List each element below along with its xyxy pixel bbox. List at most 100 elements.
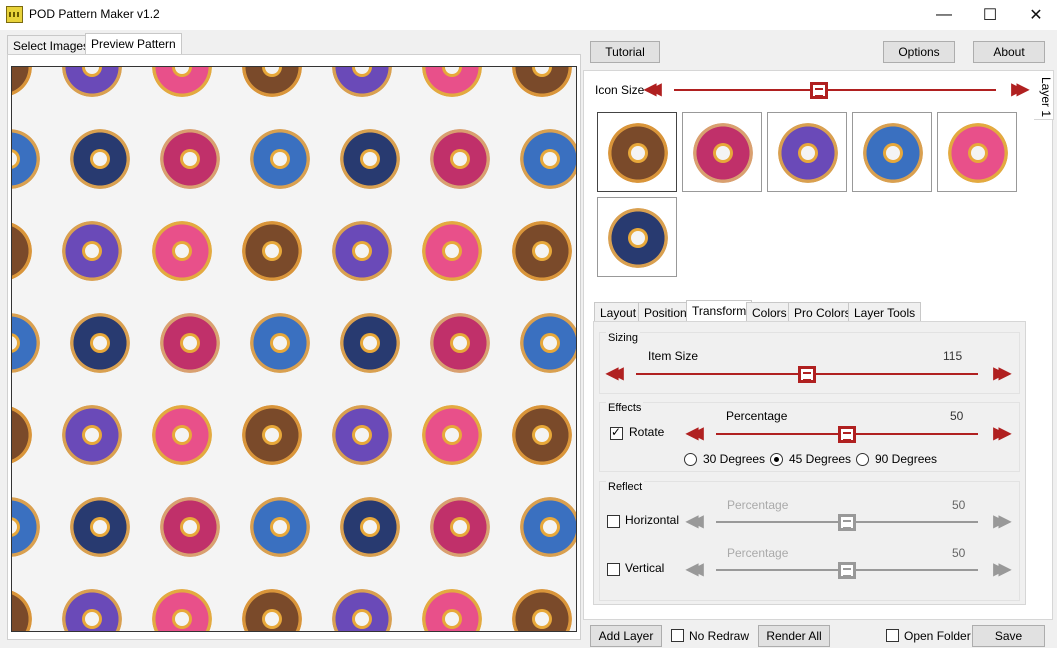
- image-thumbnail-chocolate-donut[interactable]: [597, 112, 677, 192]
- fast-decrease-icon[interactable]: ◀◀: [686, 423, 703, 445]
- fast-decrease-icon[interactable]: ◀◀: [686, 511, 703, 533]
- transform-panel: Sizing Item Size 115 ◀◀ ▶▶ Effects Rotate…: [593, 321, 1026, 605]
- pattern-donut: [12, 313, 40, 373]
- pattern-donut: [332, 221, 392, 281]
- pattern-donut: [62, 221, 122, 281]
- pattern-donut: [422, 221, 482, 281]
- slider-thumb[interactable]: [798, 366, 816, 383]
- radio-30-label: 30 Degrees: [703, 452, 766, 466]
- pattern-donut: [70, 497, 130, 557]
- chocolate-donut-image: [608, 123, 668, 183]
- save-button[interactable]: Save: [972, 625, 1045, 647]
- radio-90-degrees[interactable]: [856, 453, 869, 466]
- effects-label: Effects: [606, 402, 644, 414]
- slider-thumb[interactable]: [838, 514, 856, 531]
- vertical-slider[interactable]: ◀◀ ▶▶: [686, 559, 1011, 581]
- rotate-checkbox[interactable]: [610, 425, 623, 440]
- reflect-group: Reflect Horizontal Percentage 50 ◀◀ ▶▶ Ve…: [599, 481, 1020, 601]
- icon-size-slider[interactable]: ◀◀ ▶▶: [644, 79, 1029, 101]
- tab-layer-tools[interactable]: Layer Tools: [848, 302, 922, 322]
- slider-thumb[interactable]: [838, 562, 856, 579]
- no-redraw-label: No Redraw: [689, 629, 750, 643]
- horizontal-checkbox[interactable]: [607, 515, 620, 528]
- pattern-donut: [12, 497, 40, 557]
- pink-donut-image: [948, 123, 1008, 183]
- pattern-donut: [62, 589, 122, 631]
- rotate-percentage-value: 50: [950, 409, 964, 423]
- pattern-donut: [340, 129, 400, 189]
- render-all-button[interactable]: Render All: [758, 625, 830, 647]
- no-redraw-checkbox[interactable]: [671, 629, 684, 642]
- fast-decrease-icon[interactable]: ◀◀: [606, 363, 623, 385]
- tutorial-button[interactable]: Tutorial: [590, 41, 660, 63]
- effects-group: Effects Rotate Percentage 50 ◀◀ ▶▶ 30 Deg…: [599, 402, 1020, 472]
- horizontal-label: Horizontal: [625, 513, 680, 527]
- tab-colors[interactable]: Colors: [746, 302, 793, 322]
- close-button[interactable]: ✕: [1013, 0, 1057, 30]
- fast-increase-icon[interactable]: ▶▶: [993, 423, 1010, 445]
- rotate-slider[interactable]: ◀◀ ▶▶: [686, 423, 1011, 445]
- pattern-donut: [430, 313, 490, 373]
- fast-increase-icon[interactable]: ▶▶: [993, 559, 1010, 581]
- tab-preview-pattern[interactable]: Preview Pattern: [85, 33, 182, 55]
- pink-sprinkle-donut-image: [693, 123, 753, 183]
- fast-increase-icon[interactable]: ▶▶: [993, 363, 1010, 385]
- pattern-donut: [12, 221, 32, 281]
- image-thumbnail-purple-donut[interactable]: [767, 112, 847, 192]
- image-thumbnail-pink-donut[interactable]: [937, 112, 1017, 192]
- pattern-donut: [430, 129, 490, 189]
- pattern-donut: [12, 67, 32, 97]
- tab-layer-1[interactable]: Layer 1: [1034, 70, 1054, 120]
- open-folder-checkbox[interactable]: [886, 629, 899, 642]
- open-folder-label: Open Folder: [904, 629, 971, 643]
- pattern-donut: [242, 67, 302, 97]
- pattern-donut: [12, 589, 32, 631]
- about-button[interactable]: About: [973, 41, 1045, 63]
- pattern-donut: [340, 313, 400, 373]
- maximize-button[interactable]: ☐: [967, 0, 1013, 30]
- vertical-percentage-label: Percentage: [727, 546, 789, 560]
- slider-thumb[interactable]: [838, 426, 856, 443]
- reflect-label: Reflect: [606, 481, 645, 493]
- slider-thumb[interactable]: [809, 82, 828, 99]
- item-size-slider[interactable]: ◀◀ ▶▶: [606, 363, 1011, 385]
- pattern-donut: [512, 405, 572, 465]
- pattern-donut: [12, 405, 32, 465]
- rotate-percentage-label: Percentage: [726, 409, 788, 423]
- tab-layout[interactable]: Layout: [594, 302, 643, 322]
- pattern-preview[interactable]: [11, 66, 577, 632]
- fast-increase-icon[interactable]: ▶▶: [1011, 79, 1028, 101]
- radio-30-degrees[interactable]: [684, 453, 697, 466]
- radio-45-label: 45 Degrees: [789, 452, 852, 466]
- pattern-donut: [332, 405, 392, 465]
- horizontal-slider[interactable]: ◀◀ ▶▶: [686, 511, 1011, 533]
- sizing-group: Sizing Item Size 115 ◀◀ ▶▶: [599, 332, 1020, 394]
- pattern-donut: [512, 221, 572, 281]
- pattern-donut: [152, 221, 212, 281]
- title-bar: POD Pattern Maker v1.2 — ☐ ✕: [0, 0, 1057, 30]
- image-thumbnail-pink-sprinkle-donut[interactable]: [682, 112, 762, 192]
- pattern-donut: [340, 497, 400, 557]
- add-layer-button[interactable]: Add Layer: [590, 625, 662, 647]
- pattern-donut: [512, 589, 572, 631]
- pattern-donut: [332, 67, 392, 97]
- tab-pro-colors[interactable]: Pro Colors: [788, 302, 857, 322]
- galaxy-donut-image: [608, 208, 668, 268]
- tab-transform[interactable]: Transform: [686, 300, 753, 322]
- tab-position[interactable]: Position: [638, 302, 693, 322]
- vertical-checkbox[interactable]: [607, 563, 620, 576]
- tab-select-images[interactable]: Select Images: [7, 35, 96, 54]
- radio-45-degrees[interactable]: [770, 453, 783, 466]
- fast-decrease-icon[interactable]: ◀◀: [686, 559, 703, 581]
- pattern-donut: [62, 405, 122, 465]
- image-thumbnail-blue-donut[interactable]: [852, 112, 932, 192]
- minimize-button[interactable]: —: [921, 0, 967, 30]
- app-icon: [6, 6, 23, 23]
- pattern-donut: [152, 405, 212, 465]
- vertical-percentage-value: 50: [952, 546, 966, 560]
- options-button[interactable]: Options: [883, 41, 955, 63]
- pattern-donut: [242, 405, 302, 465]
- image-thumbnail-galaxy-donut[interactable]: [597, 197, 677, 277]
- fast-increase-icon[interactable]: ▶▶: [993, 511, 1010, 533]
- fast-decrease-icon[interactable]: ◀◀: [644, 79, 661, 101]
